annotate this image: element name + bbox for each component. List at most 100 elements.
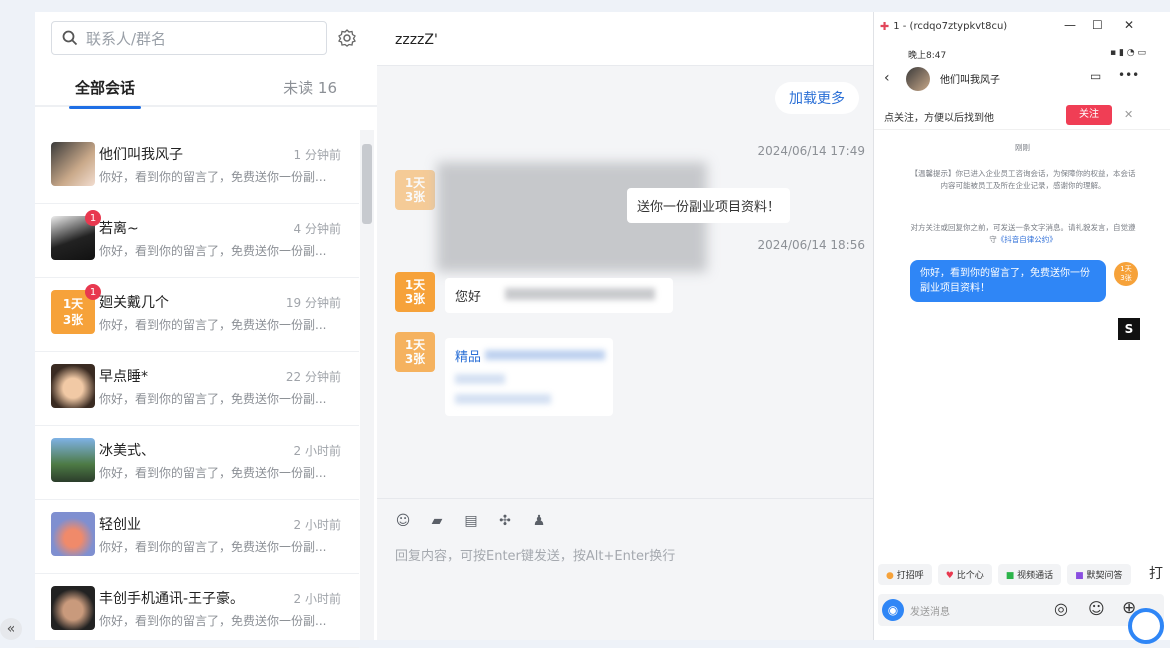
shuffle-icon[interactable]: ✣ [497,513,513,529]
message-placeholder[interactable]: 发送消息 [910,603,950,618]
reply-input[interactable]: 回复内容，可按Enter键发送，按Alt+Enter换行 [395,545,675,564]
message-preview: 你好，看到你的留言了，免费送你一份副... [99,540,327,554]
side-partial-button[interactable]: 打 [1146,560,1170,584]
store-icon[interactable]: ▤ [463,513,479,529]
message-timestamp: 2024/06/14 18:56 [757,238,865,252]
video-call-icon[interactable]: ▭ [1090,69,1101,83]
action-video[interactable]: ■ 视频通话 [997,564,1062,585]
avatar [51,364,95,408]
conversation-item[interactable]: 丰创手机通讯-王子豪。 2 小时前 你好，看到你的留言了，免费送你一份副... [35,574,359,648]
search-input[interactable]: 联系人/群名 [86,28,166,49]
message-time: 2 小时前 [293,444,341,458]
action-label: 打招呼 [896,571,924,581]
floating-assistant-icon[interactable] [1128,608,1164,644]
sender-avatar: 1天 3张 [395,332,435,372]
follow-bar: 点关注，方便以后找到他 关注 ✕ [874,102,1170,130]
conversation-item[interactable]: 他们叫我风子 1 分钟前 你好，看到你的留言了，免费送你一份副... [35,130,359,204]
scrollbar-thumb[interactable] [362,144,372,224]
app-icon: ✚ [880,19,890,33]
follow-prompt: 点关注，方便以后找到他 [884,113,994,124]
chat-panel: zzzzZ' 加载更多 2024/06/14 17:49 1天 3张 送你一份副业… [377,12,873,640]
maximize-icon[interactable]: ☐ [1092,18,1103,32]
sender-avatar: 1天 3张 [395,272,435,312]
message-bubble: 送你一份副业项目资料！ [627,188,791,223]
list-scrollbar[interactable] [360,130,374,640]
just-now-label: 刚刚 [1015,143,1030,152]
phone-mirror-window: ✚ 1 - (rcdqo7ztypkvt8cu) — ☐ ✕ 晚上8:47 ▪ … [873,12,1170,640]
notice-text-2: 对方关注或回复你之前，可发送一条文字消息。请礼貌发言，自觉遵守《抖音自律公约》 [910,222,1136,246]
status-icons: ▪ ▮ ◔ ▭ [1110,48,1146,58]
conversation-item[interactable]: 冰美式、 2 小时前 你好，看到你的留言了，免费送你一份副... [35,426,359,500]
contact-name: 冰美式、 [99,443,155,459]
avatar [51,586,95,630]
contact-name: 轻创业 [99,517,141,533]
message-preview: 你好，看到你的留言了，免费送你一份副... [99,392,327,406]
load-more-button[interactable]: 加载更多 [775,82,859,114]
avatar [51,512,95,556]
greet-icon: ● [886,571,894,581]
group-icon[interactable]: ♟ [531,513,547,529]
settings-gear-icon[interactable] [335,26,359,50]
message-preview: 你好，看到你的留言了，免费送你一份副... [99,466,327,480]
video-icon: ■ [1005,571,1015,581]
conversation-panel: 联系人/群名 全部会话 未读 16 他们叫我风子 1 分钟前 你好，看到你的留言… [35,12,377,648]
search-box[interactable]: 联系人/群名 [51,21,327,55]
collapse-arrow-icon[interactable]: « [0,618,22,640]
emoji-icon[interactable]: ☺ [395,513,411,529]
close-icon[interactable]: ✕ [1124,108,1133,121]
link-title[interactable]: 精品 [455,350,481,365]
action-label: 比个心 [956,571,984,581]
contact-name: 他们叫我风子 [940,75,1000,86]
conversation-item[interactable]: 早点睡* 22 分钟前 你好，看到你的留言了，免费送你一份副... [35,352,359,426]
contact-name: 他们叫我风子 [99,147,183,163]
phone-message-input[interactable]: ◉ 发送消息 ◎ ☺ ⊕ [878,594,1164,626]
window-title: 1 - (rcdqo7ztypkvt8cu) [893,20,1008,32]
composer-toolbar: ☺ ▰ ▤ ✣ ♟ [395,513,547,529]
avatar [906,67,930,91]
action-label: 默契问答 [1086,571,1123,581]
blurred-link [455,374,505,384]
action-quiz[interactable]: ■ 默契问答 [1067,564,1131,585]
message-timestamp: 2024/06/14 17:49 [757,144,865,158]
notice-text: 【温馨提示】你已进入企业员工咨询会话，为保障你的权益，本会话内容可能被员工及所在… [910,169,1136,190]
contact-name: 丰创手机通讯-王子豪。 [99,591,245,607]
action-greet[interactable]: ● 打招呼 [878,564,932,585]
phone-chat-header: ‹ 他们叫我风子 ▭ ••• [874,64,1170,94]
avatar [51,142,95,186]
tab-all-conversations[interactable]: 全部会话 [68,77,142,109]
message-time: 19 分钟前 [285,296,341,310]
message-composer: ☺ ▰ ▤ ✣ ♟ 回复内容，可按Enter键发送，按Alt+Enter换行 [377,498,873,640]
emoji-icon[interactable]: ☺ [1088,599,1105,618]
conversation-item[interactable]: 1 若离~ 4 分钟前 你好，看到你的留言了，免费送你一份副... [35,204,359,278]
avatar [51,438,95,482]
message-preview: 你好，看到你的留言了，免费送你一份副... [99,244,327,258]
message-preview: 你好，看到你的留言了，免费送你一份副... [99,170,327,184]
message-time: 2 小时前 [293,592,341,606]
minimize-icon[interactable]: — [1064,18,1076,32]
follow-button[interactable]: 关注 [1066,105,1112,125]
back-arrow-icon[interactable]: ‹ [884,70,890,86]
conversation-item[interactable]: 轻创业 2 小时前 你好，看到你的留言了，免费送你一份副... [35,500,359,574]
message-text: 您好 [455,290,482,305]
contact-name: 若离~ [99,221,139,237]
contact-name: 廻关戴几个 [99,295,169,311]
conversation-item[interactable]: 1天 3张 1 廻关戴几个 19 分钟前 你好，看到你的留言了，免费送你一份副..… [35,278,359,352]
message-preview: 你好，看到你的留言了，免费送你一份副... [99,318,327,332]
conversation-tabs: 全部会话 未读 16 [35,67,377,109]
status-time: 晚上8:47 [908,51,947,61]
link-card[interactable]: 精品 [445,338,613,416]
sender-avatar: 1天 3张 [395,170,435,210]
heart-icon: ♥ [945,571,954,581]
logo-icon: S [1118,318,1140,340]
voice-icon[interactable]: ◎ [1054,599,1068,618]
camera-icon[interactable]: ◉ [882,599,904,621]
folder-icon[interactable]: ▰ [429,513,445,529]
rules-link[interactable]: 《抖音自律公约》 [997,235,1057,244]
message-time: 4 分钟前 [293,222,341,236]
close-icon[interactable]: ✕ [1124,18,1134,32]
action-heart[interactable]: ♥ 比个心 [937,564,992,585]
tab-unread[interactable]: 未读 16 [283,77,337,98]
more-icon[interactable]: ••• [1118,68,1139,82]
blurred-text [505,288,655,300]
quiz-icon: ■ [1075,571,1084,581]
